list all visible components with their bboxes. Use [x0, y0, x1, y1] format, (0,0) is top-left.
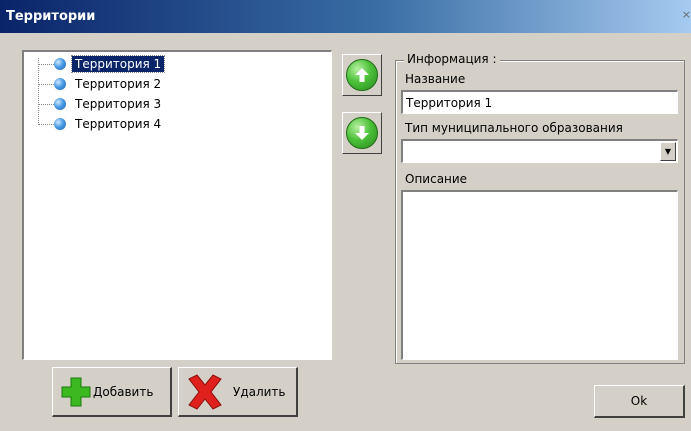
tree-item-territory-3[interactable]: Территория 3: [38, 95, 164, 113]
tree-item-label: Территория 4: [75, 117, 162, 131]
name-label: Название: [405, 72, 466, 86]
tree-item-territory-1[interactable]: Территория 1: [38, 55, 166, 73]
type-label: Тип муниципального образования: [405, 121, 623, 135]
title-bar[interactable]: Территории ×: [0, 0, 691, 33]
add-button[interactable]: Добавить: [52, 367, 172, 417]
tree-branch: [38, 103, 54, 105]
globe-icon: [54, 118, 66, 130]
tree-branch: [38, 83, 54, 85]
globe-icon: [54, 98, 66, 110]
close-icon[interactable]: ×: [682, 8, 691, 21]
info-group-title: Информация :: [404, 52, 500, 66]
type-combobox[interactable]: ▼: [401, 139, 678, 163]
move-down-button[interactable]: [342, 112, 382, 154]
ok-button[interactable]: Ok: [594, 385, 685, 418]
delete-x-icon: [188, 373, 222, 410]
tree-item-label: Территория 2: [75, 77, 162, 91]
plus-icon: [61, 377, 91, 406]
tree-item-territory-4[interactable]: Территория 4: [38, 115, 164, 133]
tree-item-label: Территория 1: [70, 55, 166, 73]
tree-item-territory-2[interactable]: Территория 2: [38, 75, 164, 93]
move-up-button[interactable]: [342, 54, 382, 96]
description-textarea[interactable]: [401, 190, 678, 360]
add-button-label: Добавить: [93, 384, 154, 399]
tree-branch: [38, 63, 54, 65]
arrow-down-icon: [346, 117, 378, 149]
description-label: Описание: [405, 172, 468, 186]
arrow-up-icon: [346, 59, 378, 91]
tree-branch: [38, 123, 54, 125]
name-field[interactable]: Территория 1: [401, 90, 678, 114]
ok-button-label: Ok: [630, 394, 648, 408]
window-title: Территории: [6, 9, 96, 24]
delete-button-label: Удалить: [233, 384, 286, 399]
tree-item-label: Территория 3: [75, 97, 162, 111]
delete-button[interactable]: Удалить: [178, 367, 298, 417]
name-field-value: Территория 1: [406, 96, 493, 110]
globe-icon: [54, 78, 66, 90]
chevron-down-icon[interactable]: ▼: [660, 142, 676, 161]
globe-icon: [54, 58, 66, 70]
territory-tree[interactable]: Территория 1 Территория 2 Территория 3 Т…: [22, 50, 332, 360]
